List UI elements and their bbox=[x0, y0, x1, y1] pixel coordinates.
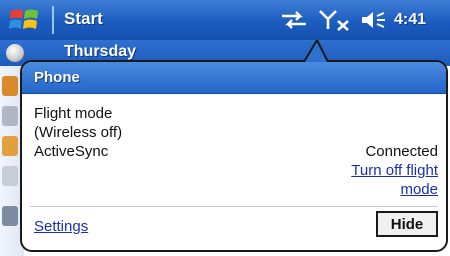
activesync-row: ActiveSync Connected bbox=[34, 142, 438, 161]
owner-icon bbox=[2, 206, 18, 226]
mail-icon bbox=[2, 106, 18, 126]
activesync-arrows-icon[interactable] bbox=[280, 10, 308, 30]
flight-mode-label: Flight mode bbox=[34, 105, 113, 122]
hide-button[interactable]: Hide bbox=[376, 211, 438, 237]
activesync-status: Connected bbox=[365, 143, 438, 160]
antenna-off-icon[interactable] bbox=[318, 9, 352, 31]
start-menu-label[interactable]: Start bbox=[64, 9, 103, 29]
phone-notification-bubble: Phone Flight mode (Wireless off) ActiveS… bbox=[20, 60, 448, 252]
turn-off-link-line1[interactable]: Turn off flight bbox=[34, 161, 438, 180]
calendar-icon bbox=[2, 76, 18, 96]
title-bar: Start 4:41 bbox=[0, 0, 450, 40]
bubble-header: Phone bbox=[22, 62, 446, 94]
title-divider bbox=[52, 6, 54, 34]
bubble-divider bbox=[30, 206, 438, 207]
today-day-label: Thursday bbox=[64, 43, 137, 60]
notes-icon bbox=[2, 166, 18, 186]
bubble-title: Phone bbox=[34, 69, 80, 86]
status-icons: 4:41 bbox=[280, 8, 426, 32]
activesync-label: ActiveSync bbox=[34, 143, 109, 160]
tasks-icon bbox=[2, 136, 18, 156]
wireless-off-label: (Wireless off) bbox=[34, 124, 123, 141]
turn-off-link-line2[interactable]: mode bbox=[34, 180, 438, 199]
bubble-body: Flight mode (Wireless off) ActiveSync Co… bbox=[34, 104, 438, 199]
bubble-pointer bbox=[304, 40, 329, 62]
settings-link[interactable]: Settings bbox=[34, 218, 88, 235]
windows-flag-icon[interactable] bbox=[8, 6, 42, 34]
clock[interactable]: 4:41 bbox=[394, 11, 426, 29]
turn-off-flight-mode-link[interactable]: Turn off flight mode bbox=[34, 161, 438, 199]
speaker-icon[interactable] bbox=[360, 10, 386, 30]
today-globe-icon bbox=[6, 44, 24, 62]
